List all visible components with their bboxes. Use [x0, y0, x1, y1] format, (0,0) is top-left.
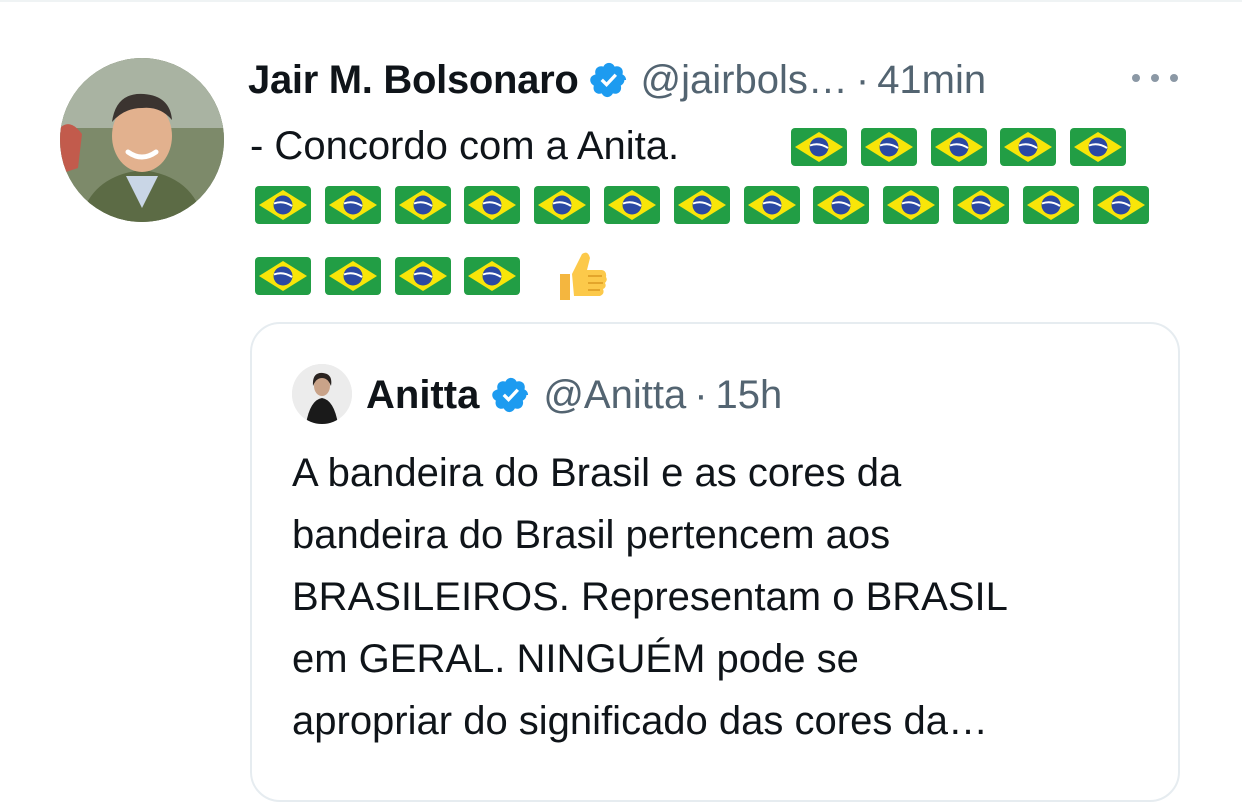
brazil-flag-icon [791, 128, 847, 166]
separator-dot: · [694, 372, 708, 417]
brazil-flag-icon [860, 128, 917, 166]
more-dot [1132, 74, 1140, 82]
quoted-tweet-time[interactable]: 15h [716, 373, 783, 418]
brazil-flag-icon [394, 257, 451, 295]
quoted-tweet-text: A bandeira do Brasil e as cores da bande… [292, 442, 1152, 752]
brazil-flag-icon [324, 186, 381, 224]
brazil-flag-icon [255, 257, 311, 295]
quoted-text-line: em GERAL. NINGUÉM pode se [292, 637, 859, 681]
quoted-text-line: A bandeira do Brasil e as cores da [292, 451, 902, 495]
brazil-flag-icon [1092, 186, 1149, 224]
author-name[interactable]: Jair M. Bolsonaro [248, 58, 579, 103]
separator-dot: · [855, 57, 870, 102]
brazil-flag-icon [394, 186, 451, 224]
author-handle[interactable]: @jairbols… [641, 58, 848, 103]
brazil-flag-icon [813, 186, 870, 224]
tweet-header: Jair M. Bolsonaro @jairbols… · 41min [248, 52, 986, 108]
quoted-author-avatar[interactable] [292, 364, 352, 424]
brazil-flag-icon [255, 186, 311, 224]
quoted-tweet-card[interactable]: Anitta @Anitta · 15h A bandeira do Brasi… [250, 322, 1180, 802]
quoted-text-line: apropriar do significado das cores da… [292, 699, 988, 743]
quoted-text-line: bandeira do Brasil pertencem aos [292, 513, 891, 557]
author-avatar[interactable] [60, 58, 224, 222]
brazil-flag-icon [673, 186, 730, 224]
brazil-flag-icon [743, 186, 800, 224]
verified-badge-icon [491, 375, 531, 415]
brazil-flag-icon [603, 186, 660, 224]
brazil-flag-icon [1000, 128, 1057, 166]
brazil-flag-icon [1022, 186, 1079, 224]
quoted-text-line: BRASILEIROS. Representam o BRASIL [292, 575, 1008, 619]
tweet-text: - Concordo com a Anita. [250, 124, 680, 168]
brazil-flag-icon [1070, 128, 1127, 166]
brazil-flag-icon [930, 128, 987, 166]
thumbs-up-icon [550, 246, 610, 306]
more-dot [1151, 74, 1159, 82]
brazil-flag-icon [883, 186, 940, 224]
verified-badge-icon [589, 60, 629, 100]
tweet-time[interactable]: 41min [877, 58, 986, 103]
quoted-tweet-header: Anitta @Anitta · 15h [366, 368, 782, 422]
quoted-author-name[interactable]: Anitta [366, 373, 479, 418]
brazil-flag-icon [534, 186, 591, 224]
brazil-flag-icon [952, 186, 1009, 224]
flag-row [791, 128, 1140, 166]
brazil-flag-icon [464, 257, 521, 295]
flag-row [255, 186, 1162, 224]
brazil-flag-icon [324, 257, 381, 295]
flag-row [255, 246, 610, 306]
more-dot [1170, 74, 1178, 82]
more-options-icon[interactable] [1132, 66, 1178, 90]
quoted-author-handle[interactable]: @Anitta [543, 373, 686, 418]
profile-photo-icon [60, 58, 224, 222]
brazil-flag-icon [464, 186, 521, 224]
top-divider [0, 0, 1242, 2]
profile-photo-icon [292, 364, 352, 424]
